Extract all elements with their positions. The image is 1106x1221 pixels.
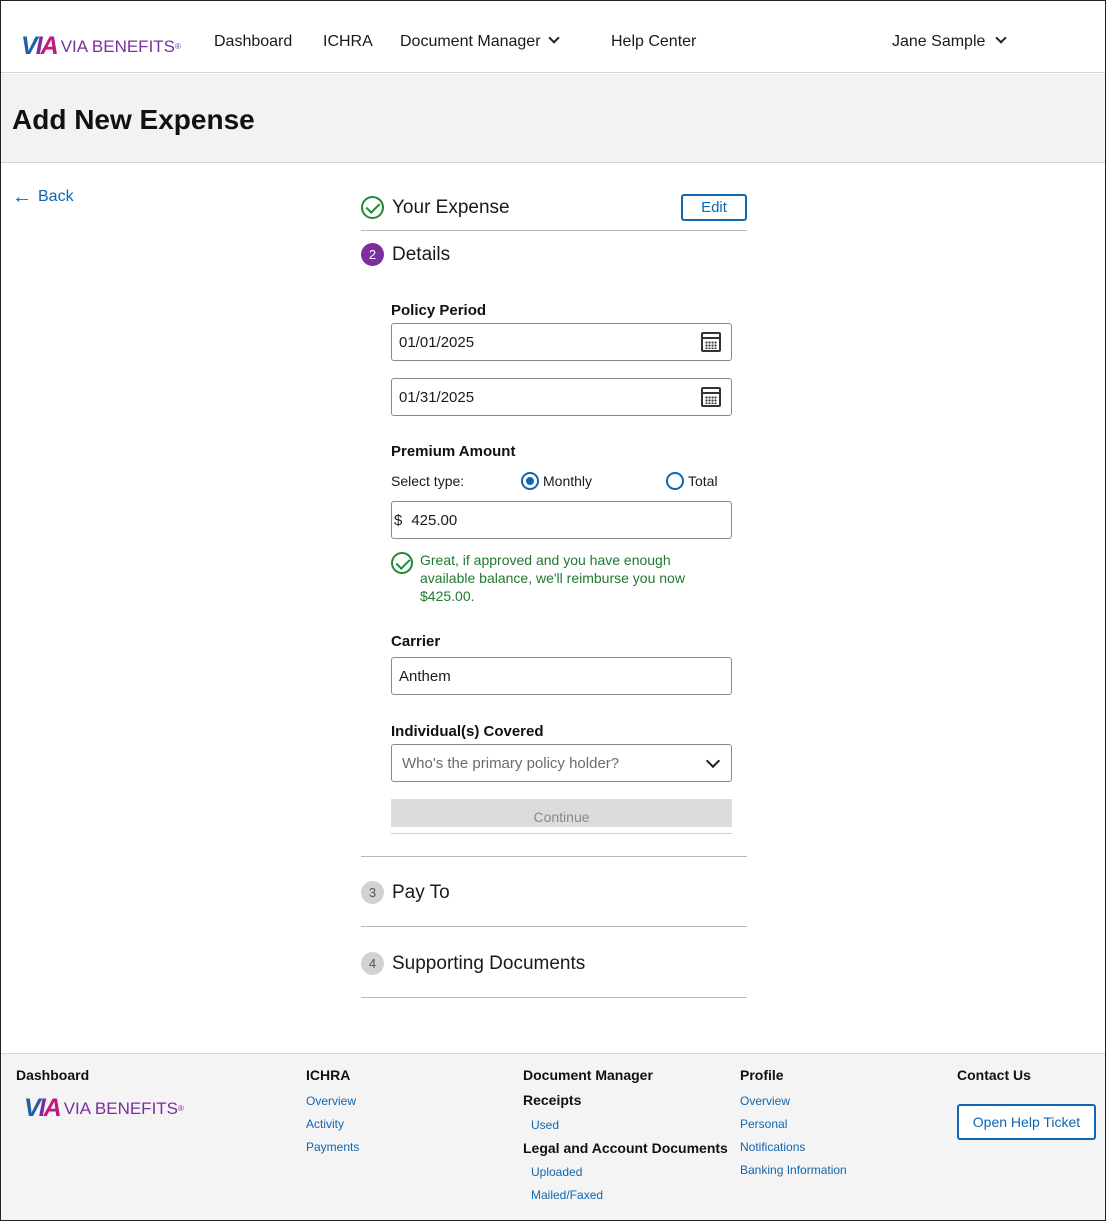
reimburse-success-message: Great, if approved and you have enough a… [391, 551, 691, 605]
via-benefits-logo[interactable]: VIA VIA BENEFITS ® [24, 1094, 184, 1123]
calendar-icon[interactable] [701, 332, 721, 352]
divider [361, 926, 747, 927]
nav-dashboard[interactable]: Dashboard [214, 33, 292, 51]
chevron-down-icon [547, 32, 560, 44]
footer-link-ichra-overview[interactable]: Overview [306, 1094, 356, 1108]
radio-unselected-icon [666, 472, 684, 490]
footer-dashboard-heading[interactable]: Dashboard [16, 1067, 89, 1083]
chevron-down-icon [995, 32, 1008, 44]
footer-link-uploaded[interactable]: Uploaded [531, 1165, 582, 1179]
radio-monthly[interactable]: Monthly [521, 472, 592, 490]
divider [391, 833, 732, 834]
carrier-label: Carrier [391, 633, 441, 650]
policy-period-label: Policy Period [391, 302, 487, 319]
edit-button[interactable]: Edit [681, 194, 747, 221]
step-number-badge: 4 [361, 952, 384, 975]
via-logo-mark: VIA [24, 1094, 62, 1122]
primary-holder-select[interactable]: Who's the primary policy holder? [391, 744, 732, 782]
via-logo-mark: VIA [21, 32, 59, 60]
divider [361, 230, 747, 231]
footer-receipts-heading: Receipts [523, 1092, 582, 1108]
step-number-badge: 2 [361, 243, 384, 266]
footer-link-banking-information[interactable]: Banking Information [740, 1163, 847, 1177]
end-date-input[interactable]: 01/31/2025 [391, 378, 732, 416]
divider [361, 856, 747, 857]
nav-document-manager[interactable]: Document Manager [400, 32, 560, 51]
divider [361, 997, 747, 998]
top-navigation: VIA VIA BENEFITS ® Dashboard ICHRA Docume… [1, 1, 1105, 73]
carrier-input[interactable]: Anthem [391, 657, 732, 695]
step-details: 2 Details [361, 243, 747, 266]
premium-amount-label: Premium Amount [391, 443, 516, 460]
page-title: Add New Expense [12, 104, 255, 135]
step-number-badge: 3 [361, 881, 384, 904]
footer-link-profile-overview[interactable]: Overview [740, 1094, 790, 1108]
user-menu[interactable]: Jane Sample [892, 32, 1008, 51]
premium-amount-input[interactable]: $ 425.00 [391, 501, 732, 539]
footer-contact-heading: Contact Us [957, 1067, 1031, 1083]
footer-profile-heading: Profile [740, 1067, 784, 1083]
check-circle-icon [361, 196, 384, 219]
footer-link-mailed-faxed[interactable]: Mailed/Faxed [531, 1188, 603, 1202]
footer-link-personal[interactable]: Personal [740, 1117, 787, 1131]
radio-selected-icon [521, 472, 539, 490]
footer-document-manager-heading: Document Manager [523, 1067, 653, 1083]
step-pay-to[interactable]: 3 Pay To [361, 881, 747, 904]
nav-ichra[interactable]: ICHRA [323, 33, 373, 51]
chevron-down-icon [705, 753, 721, 769]
footer-link-activity[interactable]: Activity [306, 1117, 344, 1131]
footer-link-payments[interactable]: Payments [306, 1140, 359, 1154]
via-logo-word: VIA BENEFITS [63, 1098, 179, 1118]
back-link[interactable]: ← Back [12, 186, 74, 208]
footer-legal-documents-heading: Legal and Account Documents [523, 1140, 728, 1156]
open-help-ticket-button[interactable]: Open Help Ticket [957, 1104, 1096, 1140]
title-band: Add New Expense [1, 74, 1105, 163]
footer-ichra-heading: ICHRA [306, 1067, 351, 1083]
radio-total[interactable]: Total [666, 472, 718, 490]
calendar-icon[interactable] [701, 387, 721, 407]
individuals-covered-label: Individual(s) Covered [391, 723, 544, 740]
nav-help-center[interactable]: Help Center [611, 33, 696, 51]
via-logo-word: VIA BENEFITS [60, 36, 176, 56]
continue-button[interactable]: Continue [391, 799, 732, 829]
via-benefits-logo[interactable]: VIA VIA BENEFITS ® [21, 32, 181, 61]
select-type-label: Select type: [391, 473, 465, 489]
arrow-left-icon: ← [12, 186, 32, 208]
footer-link-notifications[interactable]: Notifications [740, 1140, 805, 1154]
check-circle-icon [391, 552, 413, 574]
footer-link-used[interactable]: Used [531, 1118, 559, 1132]
start-date-input[interactable]: 01/01/2025 [391, 323, 732, 361]
step-supporting-documents[interactable]: 4 Supporting Documents [361, 952, 747, 975]
